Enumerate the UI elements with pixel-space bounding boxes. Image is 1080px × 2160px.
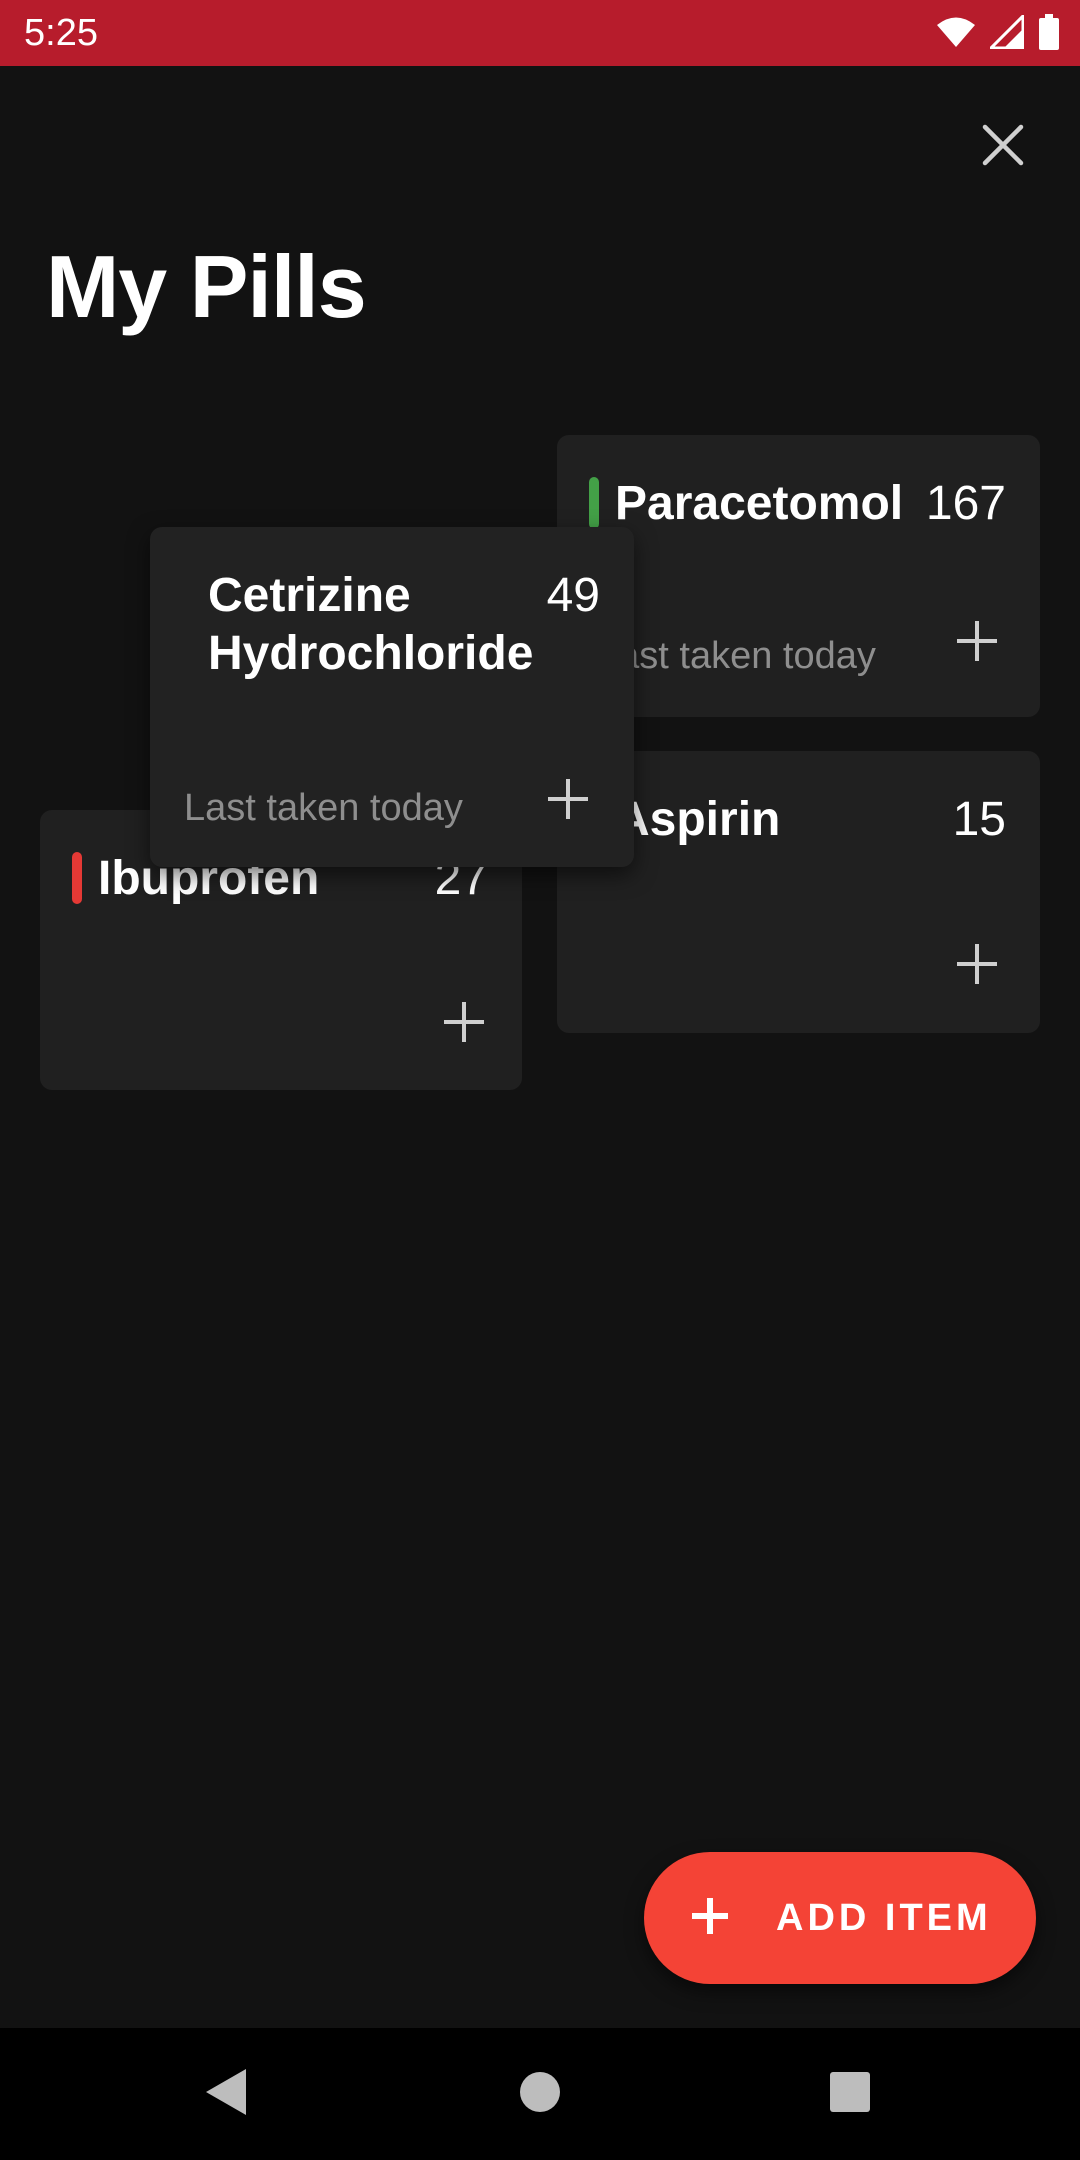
plus-icon [955, 942, 999, 991]
recents-icon [829, 2071, 871, 2118]
pill-card-cetrizine[interactable]: Cetrizine Hydrochloride 49 Last taken to… [150, 527, 634, 867]
plus-icon [690, 1896, 730, 1941]
navigation-bar [0, 2028, 1080, 2160]
home-button[interactable] [500, 2054, 580, 2134]
status-bar: 5:25 [0, 0, 1080, 66]
add-dose-button[interactable] [947, 613, 1007, 673]
plus-icon [546, 777, 590, 826]
last-taken-text: Last taken today [597, 635, 876, 677]
last-taken-text: Last taken today [184, 787, 463, 829]
add-dose-button[interactable] [434, 994, 494, 1054]
add-dose-button[interactable] [538, 771, 598, 831]
recents-button[interactable] [810, 2054, 890, 2134]
pill-name: Paracetomol [615, 477, 904, 530]
wifi-icon [936, 16, 976, 53]
page-title: My Pills [46, 237, 367, 336]
pill-name: Cetrizine Hydrochloride [208, 569, 534, 680]
add-item-button[interactable]: ADD ITEM [644, 1852, 1036, 1984]
status-indicator [72, 852, 82, 904]
plus-icon [955, 619, 999, 668]
back-icon [204, 2067, 248, 2122]
status-icons [936, 11, 1060, 55]
add-item-label: ADD ITEM [776, 1896, 992, 1939]
battery-icon [1038, 13, 1060, 55]
status-indicator [589, 477, 599, 529]
pill-name: Aspirin [615, 793, 781, 846]
close-button[interactable] [968, 112, 1038, 182]
pill-count: 15 [952, 793, 1006, 846]
back-button[interactable] [186, 2054, 266, 2134]
status-time: 5:25 [24, 12, 98, 54]
home-icon [518, 2070, 562, 2119]
add-dose-button[interactable] [947, 936, 1007, 996]
close-icon [981, 123, 1025, 172]
plus-icon [442, 1000, 486, 1049]
signal-icon [987, 11, 1025, 54]
pill-count: 167 [925, 477, 1006, 530]
pill-count: 49 [546, 569, 600, 622]
